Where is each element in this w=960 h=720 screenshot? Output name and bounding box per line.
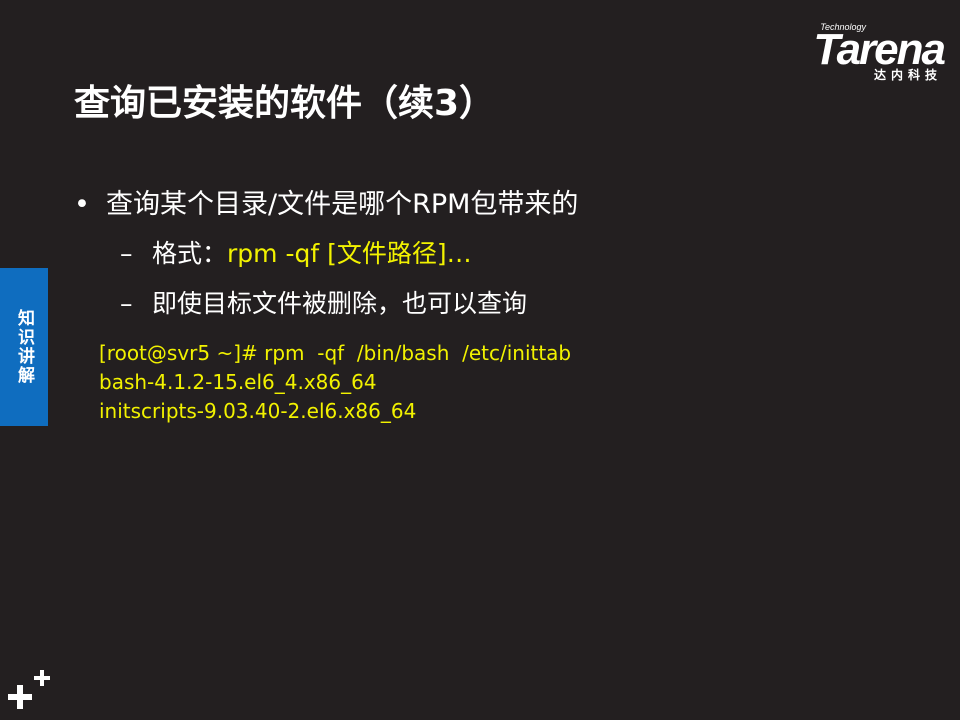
tarena-logo: Technology Tarena 达内科技 <box>779 22 946 82</box>
slide-title: 查询已安装的软件（续3） <box>74 83 496 124</box>
bullet-main: • 查询某个目录/文件是哪个RPM包带来的 <box>74 182 578 221</box>
code-line-output-1: bash-4.1.2-15.el6_4.x86_64 <box>99 370 377 394</box>
bullet-sub-deleted: – 即使目标文件被删除，也可以查询 <box>120 284 527 320</box>
side-tab-label: 知识讲解 <box>14 309 34 385</box>
format-command: rpm -qf [文件路径]… <box>227 239 472 268</box>
logo-chinese: 达内科技 <box>873 68 942 82</box>
side-tab: 知识讲解 <box>0 268 48 426</box>
code-line-command: [root@svr5 ~]# rpm -qf /bin/bash /etc/in… <box>99 341 572 365</box>
code-block: [root@svr5 ~]# rpm -qf /bin/bash /etc/in… <box>99 339 571 426</box>
bullet-main-text: 查询某个目录/文件是哪个RPM包带来的 <box>106 189 579 220</box>
code-line-output-2: initscripts-9.03.40-2.el6.x86_64 <box>99 399 417 423</box>
bullet-sub-format: – 格式：rpm -qf [文件路径]… <box>120 234 472 270</box>
bullet-dash: – <box>120 239 133 268</box>
bullet-dash: – <box>120 289 133 318</box>
bullet-marker: • <box>74 189 90 220</box>
bullet-sub-deleted-text: 即使目标文件被删除，也可以查询 <box>152 289 528 318</box>
plus-mark-icon <box>8 670 50 709</box>
format-label: 格式： <box>152 239 228 268</box>
